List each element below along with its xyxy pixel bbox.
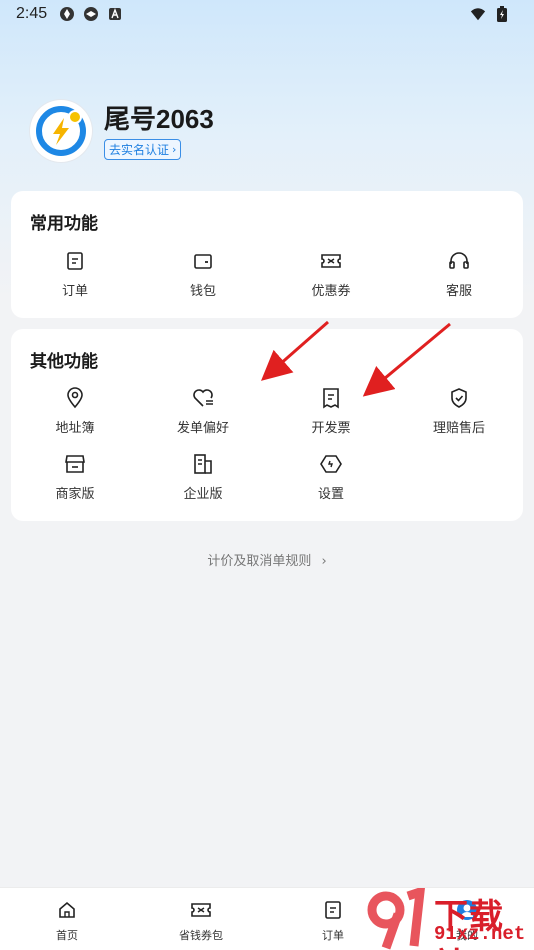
other-item-settings[interactable]: 设置	[267, 452, 395, 502]
watermark-logo-icon	[367, 888, 425, 950]
notification-app-icon-2	[83, 6, 99, 22]
common-item-wallet[interactable]: 钱包	[139, 249, 267, 299]
other-item-label: 商家版	[55, 487, 95, 502]
other-item-merchant-edition[interactable]: 商家版	[11, 452, 139, 502]
other-functions-title: 其他功能	[30, 352, 98, 372]
coupon-icon	[189, 898, 213, 922]
common-item-label: 订单	[61, 284, 88, 299]
verify-identity-button[interactable]: 去实名认证 ›	[104, 138, 182, 160]
common-item-label: 优惠券	[311, 284, 351, 299]
site-watermark: 下载站 91xz.net	[362, 888, 534, 950]
other-item-invoice[interactable]: 开发票	[267, 386, 395, 436]
status-bar: 2:45	[0, 0, 534, 28]
other-item-label: 开发票	[311, 421, 351, 436]
order-icon	[321, 898, 345, 922]
headset-icon	[447, 249, 471, 273]
coupon-icon	[319, 249, 343, 273]
other-item-label: 企业版	[183, 487, 223, 502]
rules-link-label: 计价及取消单规则	[207, 554, 312, 569]
other-functions-card: 其他功能 地址簿 发单偏好 开发票 理赔售后 商家版 企业版 设置	[11, 329, 523, 521]
settings-hexagon-icon	[319, 452, 343, 476]
verify-identity-label: 去实名认证	[109, 142, 170, 157]
nav-tab-coupon-pack[interactable]: 省钱券包	[134, 898, 268, 943]
home-icon	[55, 898, 79, 922]
wifi-icon	[470, 6, 486, 22]
nav-label: 订单	[322, 929, 344, 942]
store-icon	[63, 452, 87, 476]
user-name: 尾号2063	[104, 103, 214, 134]
other-item-address-book[interactable]: 地址簿	[11, 386, 139, 436]
common-item-customer-service[interactable]: 客服	[395, 249, 523, 299]
common-functions-title: 常用功能	[30, 214, 98, 234]
profile-header[interactable]: 尾号2063 去实名认证 ›	[30, 100, 214, 162]
other-item-label: 设置	[317, 487, 344, 502]
nav-label: 首页	[56, 929, 78, 942]
chevron-right-icon: ›	[172, 142, 177, 156]
avatar[interactable]	[30, 100, 92, 162]
other-item-label: 地址簿	[55, 421, 95, 436]
building-icon	[191, 452, 215, 476]
other-item-order-preference[interactable]: 发单偏好	[139, 386, 267, 436]
invoice-icon	[319, 386, 343, 410]
common-item-order[interactable]: 订单	[11, 249, 139, 299]
other-item-claims-aftersales[interactable]: 理赔售后	[395, 386, 523, 436]
location-pin-icon	[63, 386, 87, 410]
pricing-cancellation-rules-link[interactable]: 计价及取消单规则 ›	[0, 550, 534, 569]
other-item-label: 理赔售后	[432, 421, 485, 436]
other-item-enterprise-edition[interactable]: 企业版	[139, 452, 267, 502]
heart-list-icon	[191, 386, 215, 410]
common-item-coupon[interactable]: 优惠券	[267, 249, 395, 299]
order-icon	[63, 249, 87, 273]
common-item-label: 钱包	[189, 284, 216, 299]
watermark-text-bottom: 91xz.net	[434, 923, 526, 945]
common-functions-card: 常用功能 订单 钱包 优惠券 客服	[11, 191, 523, 318]
nav-label: 省钱券包	[179, 929, 223, 942]
nav-tab-home[interactable]: 首页	[0, 898, 134, 943]
other-item-label: 发单偏好	[176, 421, 229, 436]
common-item-label: 客服	[445, 284, 472, 299]
chevron-right-icon: ›	[321, 554, 327, 569]
status-time: 2:45	[16, 5, 48, 22]
shield-check-icon	[447, 386, 471, 410]
notification-a-icon	[107, 6, 123, 22]
battery-icon	[494, 6, 510, 22]
notification-app-icon	[59, 6, 75, 22]
wallet-icon	[191, 249, 215, 273]
